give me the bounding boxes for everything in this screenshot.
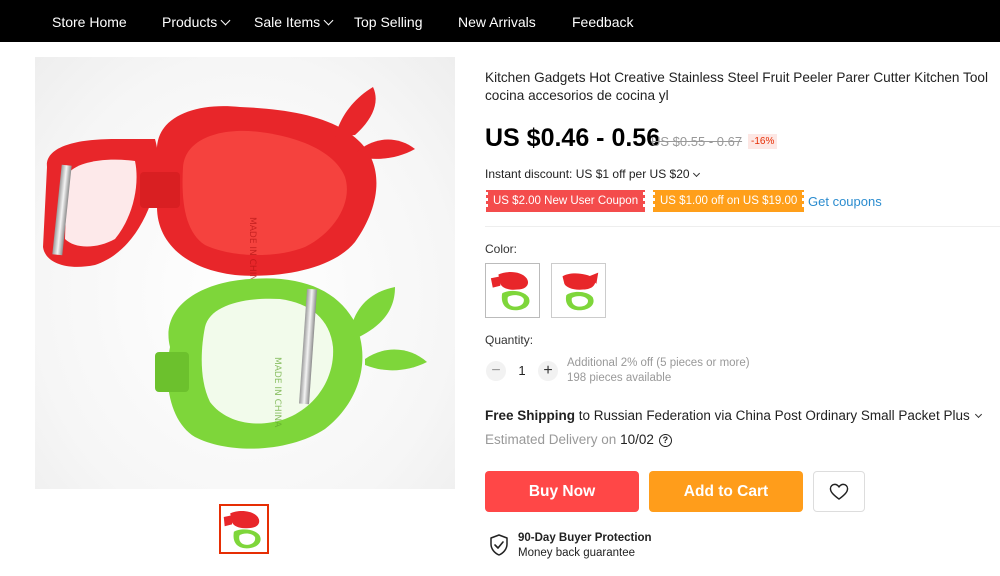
nav-top-selling-label: Top Selling	[354, 14, 423, 30]
quantity-decrease-button[interactable]: −	[486, 361, 506, 381]
nav-products-label: Products	[162, 14, 218, 30]
svg-text:MADE IN CHINA: MADE IN CHINA	[247, 217, 257, 288]
buy-now-button[interactable]: Buy Now	[485, 471, 639, 512]
store-coupon[interactable]: US $1.00 off on US $19.00	[651, 190, 806, 212]
chevron-down-icon	[974, 410, 982, 419]
fruit-peeler-illustration: MADE IN CHINA MADE IN CHINA	[43, 87, 427, 449]
instant-discount-dropdown[interactable]: Instant discount: US $1 off per US $20	[485, 167, 700, 181]
free-shipping-label: Free Shipping	[485, 408, 576, 423]
nav-sale-items-label: Sale Items	[254, 14, 321, 30]
peeler-thumbnail-image	[223, 510, 261, 549]
nav-new-arrivals-label: New Arrivals	[458, 14, 536, 30]
nav-store-home[interactable]: Store Home	[52, 0, 127, 42]
discount-badge: -16%	[748, 134, 778, 149]
heart-icon	[829, 483, 849, 500]
product-main-image[interactable]: MADE IN CHINA MADE IN CHINA	[35, 57, 455, 489]
product-thumbnail[interactable]	[219, 504, 269, 554]
quantity-increase-button[interactable]: +	[538, 361, 558, 381]
green-peeler: MADE IN CHINA	[155, 278, 427, 449]
quantity-label: Quantity:	[485, 333, 534, 347]
svg-text:MADE IN CHINA: MADE IN CHINA	[272, 357, 282, 428]
nav-top-selling[interactable]: Top Selling	[354, 0, 423, 42]
add-to-cart-button[interactable]: Add to Cart	[649, 471, 803, 512]
chevron-down-icon	[220, 15, 231, 26]
buyer-protection-title: 90-Day Buyer Protection	[518, 532, 652, 544]
buyer-protection-subtitle: Money back guarantee	[518, 547, 635, 559]
product-title: Kitchen Gadgets Hot Creative Stainless S…	[485, 70, 988, 103]
stock-availability: 198 pieces available	[567, 372, 672, 384]
help-icon[interactable]: ?	[658, 434, 672, 447]
color-swatch-1[interactable]	[485, 263, 540, 318]
new-user-coupon[interactable]: US $2.00 New User Coupon	[484, 190, 647, 212]
color-label: Color:	[485, 242, 518, 256]
product-price: US $0.46 - 0.56	[485, 124, 661, 152]
divider	[485, 226, 1000, 227]
nav-products[interactable]: Products	[162, 0, 231, 42]
quantity-value[interactable]: 1	[511, 363, 533, 378]
estimated-delivery: Estimated Delivery on 10/02?	[485, 432, 672, 448]
original-price: US $0.55 - 0.67	[651, 134, 743, 149]
nav-store-home-label: Store Home	[52, 14, 127, 30]
bulk-discount-note: Additional 2% off (5 pieces or more)	[567, 357, 750, 369]
shipping-option-dropdown[interactable]: Free Shipping to Russian Federation via …	[485, 408, 982, 423]
nav-feedback[interactable]: Feedback	[572, 0, 633, 42]
get-coupons-link[interactable]: Get coupons	[808, 194, 882, 209]
nav-feedback-label: Feedback	[572, 14, 634, 30]
swatch-image	[562, 272, 599, 311]
estimated-delivery-label: Estimated Delivery on	[485, 432, 617, 447]
shipping-destination: to Russian Federation via China Post Ord…	[578, 408, 970, 423]
store-nav-bar: Store Home Products Sale Items Top Selli…	[0, 0, 1000, 42]
chevron-down-icon	[692, 169, 700, 178]
nav-new-arrivals[interactable]: New Arrivals	[458, 0, 536, 42]
color-swatch-2[interactable]	[551, 263, 606, 318]
chevron-down-icon	[323, 15, 334, 26]
red-peeler: MADE IN CHINA	[43, 87, 415, 288]
estimated-delivery-date: 10/02	[620, 432, 654, 447]
shield-check-icon	[490, 534, 508, 556]
swatch-image	[490, 272, 530, 311]
nav-sale-items[interactable]: Sale Items	[254, 0, 334, 42]
instant-discount-label: Instant discount: US $1 off per US $20	[485, 167, 690, 181]
wishlist-button[interactable]	[813, 471, 865, 512]
